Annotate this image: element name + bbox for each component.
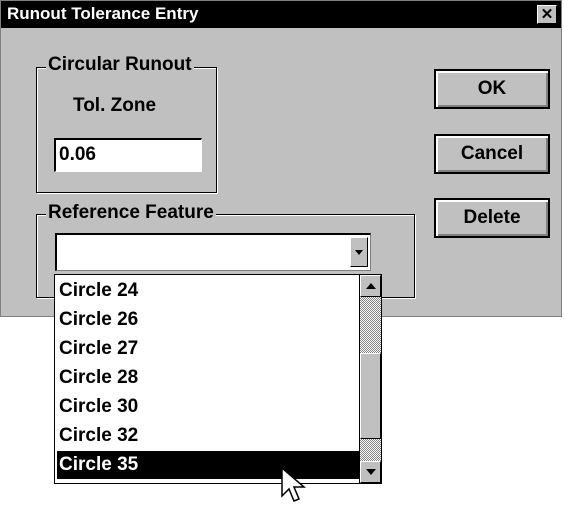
- list-item[interactable]: Circle 28: [57, 364, 360, 392]
- list-item[interactable]: Circle 24: [57, 277, 360, 305]
- circular-runout-group: [36, 67, 217, 193]
- arrow-down-icon: [366, 469, 376, 475]
- list-item[interactable]: Circle 27: [57, 335, 360, 363]
- dialog-title: Runout Tolerance Entry: [7, 4, 199, 23]
- reference-feature-combobox[interactable]: [55, 233, 371, 271]
- close-button[interactable]: ✕: [537, 5, 557, 24]
- list-item[interactable]: Circle 32: [57, 422, 360, 450]
- scroll-thumb[interactable]: [360, 353, 381, 439]
- close-icon: ✕: [540, 6, 554, 23]
- cancel-button[interactable]: Cancel: [434, 134, 550, 174]
- arrow-up-icon: [366, 283, 376, 289]
- ok-button[interactable]: OK: [434, 69, 550, 109]
- scroll-down-button[interactable]: [360, 461, 381, 483]
- circular-runout-legend: Circular Runout: [46, 54, 194, 76]
- list-item[interactable]: Circle 26: [57, 306, 360, 334]
- reference-feature-legend: Reference Feature: [46, 202, 216, 224]
- tol-zone-input[interactable]: 0.06: [54, 138, 202, 172]
- delete-button[interactable]: Delete: [434, 198, 550, 238]
- list-item[interactable]: Circle 30: [57, 393, 360, 421]
- reference-feature-listbox[interactable]: Circle 24 Circle 26 Circle 27 Circle 28 …: [54, 274, 382, 484]
- list-item-selected[interactable]: Circle 35: [57, 451, 360, 479]
- tol-zone-label: Tol. Zone: [73, 95, 157, 116]
- combobox-dropdown-button[interactable]: [350, 237, 368, 267]
- chevron-down-icon: [355, 250, 363, 255]
- listbox-scrollbar[interactable]: [359, 275, 381, 483]
- scroll-up-button[interactable]: [360, 275, 381, 297]
- title-bar[interactable]: Runout Tolerance Entry ✕: [1, 1, 561, 28]
- mouse-pointer-icon: [281, 466, 307, 502]
